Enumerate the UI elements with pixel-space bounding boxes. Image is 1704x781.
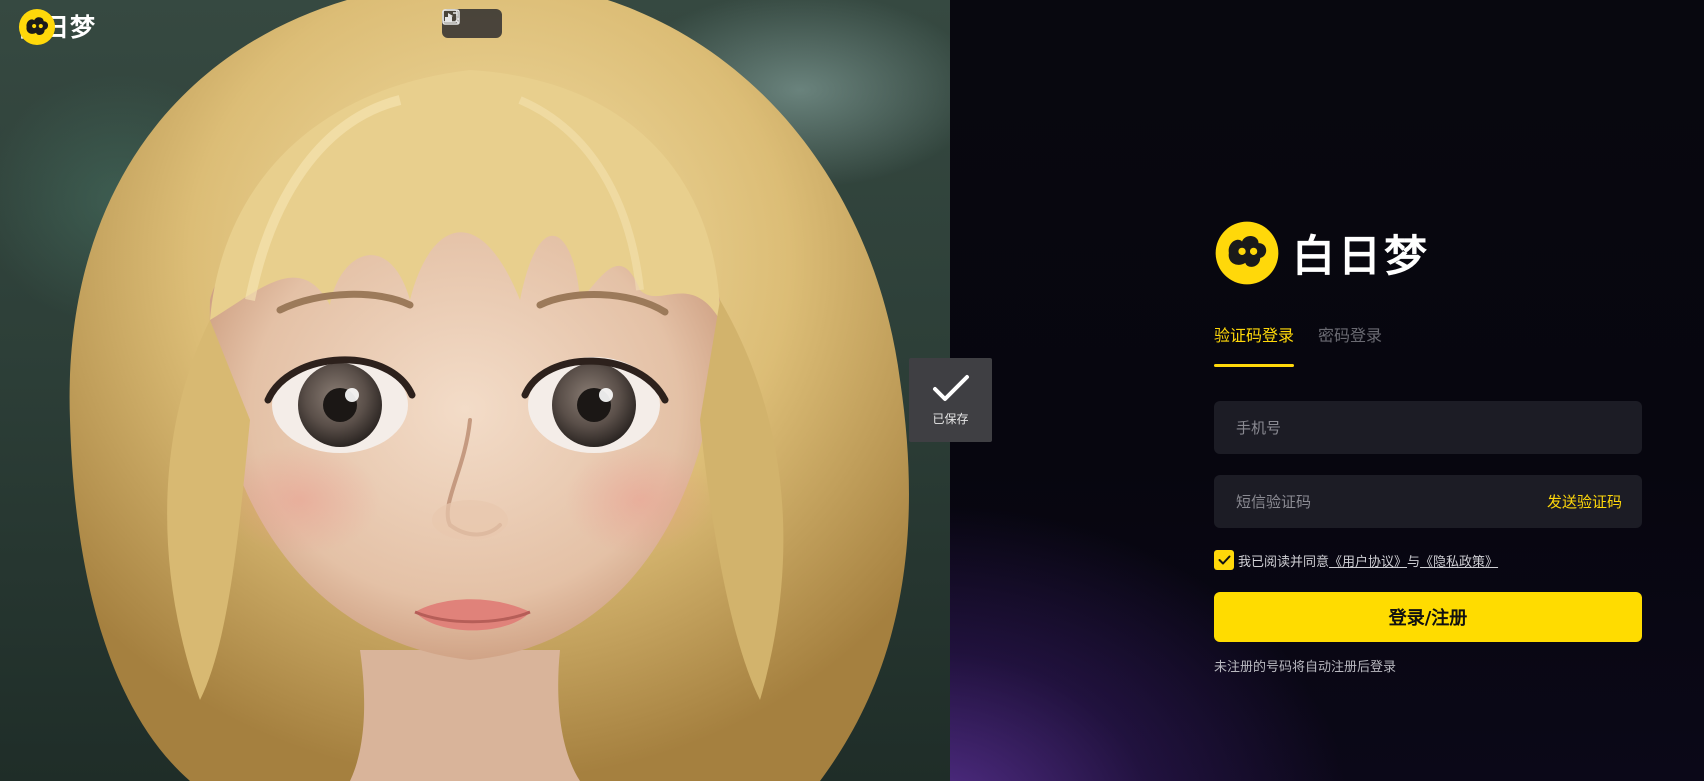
user-agreement-link[interactable]: 《用户协议》: [1329, 551, 1407, 570]
checkmark-icon: [932, 374, 969, 401]
popcorn-logo-icon: [1215, 221, 1279, 285]
tab-sms-login[interactable]: 验证码登录: [1214, 322, 1295, 367]
login-register-button[interactable]: 登录/注册: [1214, 592, 1642, 642]
phone-field: [1214, 401, 1642, 454]
saved-toast-label: 已保存: [932, 411, 969, 426]
video-magic-icon[interactable]: [442, 9, 496, 35]
code-field: 发送验证码: [1214, 475, 1642, 528]
login-panel: 白日梦 验证码登录 密码登录 发送验证码 我已阅读并同意 《用户协议》 与 《隐…: [950, 0, 1704, 781]
agreement-row: 我已阅读并同意 《用户协议》 与 《隐私政策》: [1214, 550, 1642, 570]
login-brand-name: 白日梦: [1292, 232, 1430, 282]
agreement-prefix: 我已阅读并同意: [1238, 554, 1330, 570]
saved-toast: 已保存: [909, 358, 992, 442]
sms-code-input[interactable]: [1234, 491, 1547, 512]
privacy-policy-link[interactable]: 《隐私政策》: [1420, 551, 1498, 570]
check-icon: [1218, 555, 1230, 565]
media-toolbar: [442, 9, 502, 38]
popcorn-logo-icon: [18, 8, 56, 46]
login-logo: 白日梦: [1214, 220, 1642, 286]
auto-register-hint: 未注册的号码将自动注册后登录: [1214, 660, 1397, 675]
header-logo[interactable]: 白日梦: [18, 8, 96, 46]
login-method-tabs: 验证码登录 密码登录: [1214, 322, 1642, 367]
agreement-checkbox[interactable]: [1214, 550, 1234, 570]
portrait-illustration: [69, 0, 909, 781]
login-form: 白日梦 验证码登录 密码登录 发送验证码 我已阅读并同意 《用户协议》 与 《隐…: [1214, 220, 1642, 675]
phone-input[interactable]: [1234, 417, 1622, 438]
tab-password-login[interactable]: 密码登录: [1318, 322, 1382, 367]
hero-image: 白日梦: [0, 0, 950, 781]
agreement-conjunction: 与: [1407, 554, 1421, 570]
send-code-button[interactable]: 发送验证码: [1547, 491, 1622, 512]
